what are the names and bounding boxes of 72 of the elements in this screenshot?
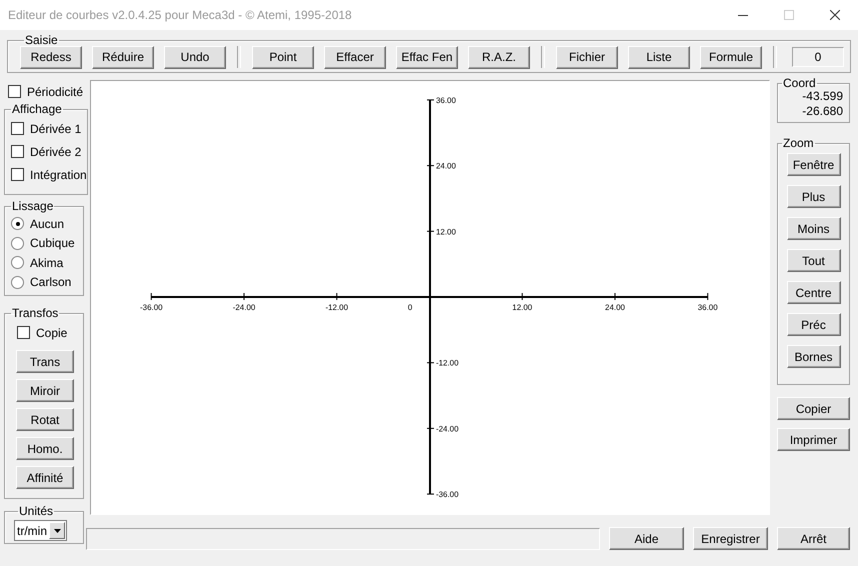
action-button[interactable]: Enregistrer: [693, 527, 768, 550]
group-label: Coord: [782, 77, 817, 89]
zoom-button[interactable]: Moins: [786, 217, 840, 240]
axis-label: -12.00: [436, 358, 459, 368]
checkbox-label: Dérivée 1: [30, 122, 82, 136]
axis-label: 12.00: [436, 227, 456, 236]
coordinate-value: -43.599: [802, 89, 843, 104]
checkbox-label: Intégration: [30, 168, 87, 182]
zoom-button[interactable]: Plus: [786, 185, 840, 208]
checkbox[interactable]: [8, 85, 21, 98]
action-button[interactable]: Imprimer: [777, 428, 850, 451]
checkbox-label: Périodicité: [27, 84, 84, 98]
caret-icon: [54, 528, 60, 532]
counter-field: 0: [792, 47, 844, 67]
radio-button[interactable]: [11, 256, 24, 270]
axis-label: 0: [408, 302, 412, 312]
transform-button[interactable]: Homo.: [16, 437, 74, 460]
zoom-button[interactable]: Bornes: [786, 345, 840, 368]
action-button[interactable]: Copier: [777, 397, 850, 420]
axis-label: 36.00: [698, 302, 718, 312]
coordinate-value: -26.680: [802, 104, 843, 119]
toolbar-button[interactable]: Formule: [700, 46, 762, 68]
axis-label: -36.00: [436, 490, 459, 500]
transform-button[interactable]: Miroir: [16, 379, 74, 402]
toolbar-button[interactable]: Redess: [20, 46, 82, 68]
toolbar-button[interactable]: Liste: [628, 46, 690, 68]
axis-label: 24.00: [605, 302, 625, 312]
zoom-button[interactable]: Centre: [786, 281, 840, 304]
radio-button[interactable]: [11, 236, 24, 250]
radio-label: Cubique: [30, 236, 75, 250]
radio-label: Akima: [30, 256, 64, 270]
zoom-button[interactable]: Fenêtre: [786, 153, 840, 176]
radio-label: Carlson: [30, 275, 72, 290]
checkbox[interactable]: [11, 168, 24, 181]
toolbar-button[interactable]: Undo: [164, 46, 226, 68]
group-label: Affichage: [11, 103, 63, 115]
group-label: Zoom: [782, 137, 815, 149]
axis-label: 24.00: [436, 162, 456, 171]
group-label: Transfos: [11, 307, 60, 319]
radio-button[interactable]: [11, 276, 24, 289]
group-label: Unités: [18, 505, 54, 517]
checkbox[interactable]: [11, 122, 24, 135]
axis-label: -12.00: [325, 302, 348, 312]
checkbox[interactable]: [17, 326, 30, 339]
radio-button[interactable]: [11, 217, 24, 230]
toolbar-button[interactable]: Réduire: [92, 46, 154, 68]
radio-label: Aucun: [30, 216, 64, 231]
checkbox-label: Copie: [36, 326, 68, 340]
toolbar-button[interactable]: Point: [252, 46, 314, 68]
zoom-button[interactable]: Tout: [786, 249, 840, 272]
axis-label: -24.00: [436, 424, 459, 434]
window-title: Editeur de courbes v2.0.4.25 pour Meca3d - © Atemi, 1995-2018: [8, 8, 353, 22]
axis-label: 36.00: [436, 96, 456, 105]
group-label: Saisie: [24, 34, 59, 46]
transform-button[interactable]: Trans: [16, 350, 74, 373]
units-dropdown[interactable]: tr/min: [14, 520, 67, 541]
toolbar-button[interactable]: R.A.Z.: [468, 46, 530, 68]
checkbox-label: Dérivée 2: [30, 144, 82, 158]
toolbar-button[interactable]: Fichier: [556, 46, 618, 68]
transform-button[interactable]: Rotat: [16, 408, 74, 431]
axis-label: 12.00: [512, 302, 532, 312]
group-label: Lissage: [11, 200, 54, 212]
checkbox[interactable]: [11, 145, 24, 158]
zoom-button[interactable]: Préc: [786, 313, 840, 336]
close-icon[interactable]: [830, 10, 840, 20]
toolbar-button[interactable]: Effacer: [324, 46, 386, 68]
transform-button[interactable]: Affinité: [16, 466, 74, 489]
axis-label: -24.00: [232, 302, 256, 312]
stop-button[interactable]: Arrêt: [777, 527, 850, 550]
action-button[interactable]: Aide: [609, 527, 684, 550]
axis-label: -36.00: [140, 302, 163, 312]
toolbar-button[interactable]: Effac Fen: [396, 46, 458, 68]
